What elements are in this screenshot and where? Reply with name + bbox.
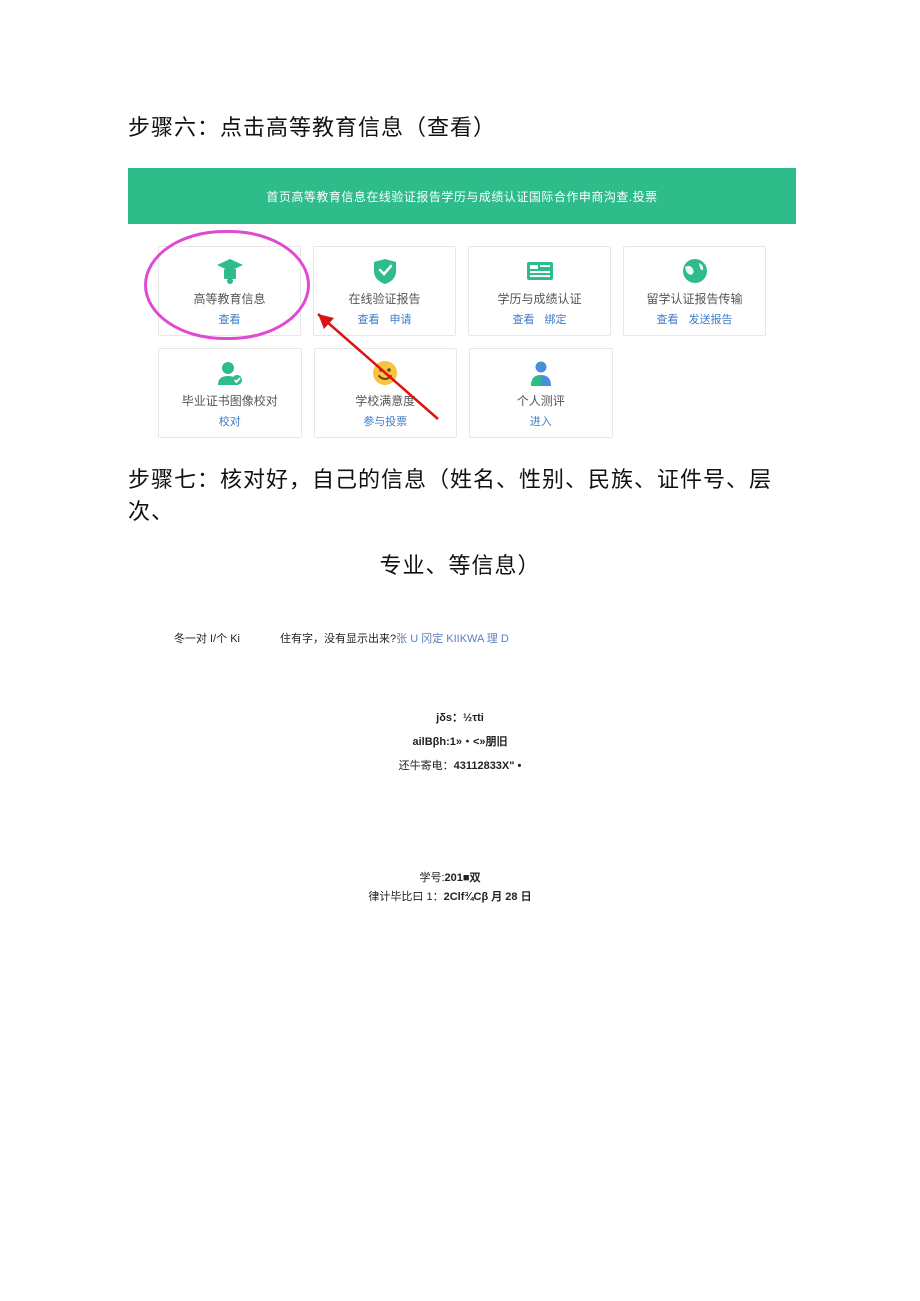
link-view[interactable]: 查看 <box>657 311 679 327</box>
card-title: 高等教育信息 <box>193 290 265 307</box>
smile-icon <box>371 358 399 388</box>
link-bind[interactable]: 绑定 <box>545 311 567 327</box>
card-title: 毕业证书图像校对 <box>182 392 278 409</box>
card-title: 学历与成绩认证 <box>497 290 581 307</box>
step7-heading-line1: 步骤七：核对好，自己的信息（姓名、性别、民族、证件号、层次、 <box>128 462 792 526</box>
step7-heading-line2: 专业、等信息） <box>128 548 792 580</box>
info-top-row: 冬一对 I/个 Ki 住有字，没有显示出来?张 U 冈定 KIIKWA 理 D <box>174 630 792 646</box>
card-online-verify[interactable]: 在线验证报告 查看 申请 <box>313 246 456 336</box>
info-line: ailBβh:1»・<»朋旧 <box>128 730 792 754</box>
info-line: 学号:201■双 <box>108 869 792 889</box>
screenshot-panel: 首页高等教育信息在线验证报告学历与成绩认证国际合作申商沟查.投票 <box>128 168 796 438</box>
info-prompt: 住有字，没有显示出来?张 U 冈定 KIIKWA 理 D <box>280 630 509 646</box>
card-title: 个人测评 <box>517 392 565 409</box>
person-icon <box>528 358 554 388</box>
link-vote[interactable]: 参与投票 <box>363 413 407 429</box>
link-check[interactable]: 校对 <box>219 413 241 429</box>
card-title: 学校满意度 <box>355 392 415 409</box>
card-grad-image[interactable]: 毕业证书图像校对 校对 <box>158 348 302 438</box>
grad-cap-icon <box>215 256 245 286</box>
link-send[interactable]: 发送报告 <box>689 311 733 327</box>
info-left-text: 冬一对 I/个 Ki <box>174 630 240 646</box>
card-row: 毕业证书图像校对 校对 学校满意度 <box>158 348 766 438</box>
info-line: jδs：½τti <box>128 706 792 730</box>
info-center-stack: jδs：½τti ailBβh:1»・<»朋旧 还牛寄电：43112833X" … <box>128 706 792 779</box>
link-view[interactable]: 查看 <box>513 311 535 327</box>
card-degree-cert[interactable]: 学历与成绩认证 查看 绑定 <box>468 246 611 336</box>
shield-check-icon <box>372 256 398 286</box>
info-lower-stack: 学号:201■双 律计毕比曰 1：2Clf¾Cβ 月 28 日 <box>108 869 792 909</box>
link-view[interactable]: 查看 <box>219 311 241 327</box>
card-row: 高等教育信息 查看 在线验证报告 查看 <box>158 246 766 336</box>
info-link-text[interactable]: 张 U 冈定 KIIKWA 理 D <box>396 633 509 645</box>
info-line: 还牛寄电：43112833X" • <box>128 754 792 778</box>
top-nav-bar: 首页高等教育信息在线验证报告学历与成绩认证国际合作申商沟查.投票 <box>128 168 796 224</box>
card-title: 在线验证报告 <box>348 290 420 307</box>
link-view[interactable]: 查看 <box>358 311 380 327</box>
info-details: 冬一对 I/个 Ki 住有字，没有显示出来?张 U 冈定 KIIKWA 理 D … <box>128 630 792 908</box>
user-check-icon <box>216 358 244 388</box>
card-study-abroad[interactable]: 留学认证报告传输 查看 发送报告 <box>623 246 766 336</box>
cards-grid: 高等教育信息 查看 在线验证报告 查看 <box>128 224 796 438</box>
card-title: 留学认证报告传输 <box>646 290 742 307</box>
info-line: 律计毕比曰 1：2Clf¾Cβ 月 28 日 <box>350 888 550 908</box>
card-personal-eval[interactable]: 个人测评 进入 <box>469 348 613 438</box>
card-higher-edu-info[interactable]: 高等教育信息 查看 <box>158 246 301 336</box>
newspaper-icon <box>525 256 555 286</box>
link-enter[interactable]: 进入 <box>530 413 552 429</box>
globe-icon <box>681 256 709 286</box>
nav-text: 首页高等教育信息在线验证报告学历与成绩认证国际合作申商沟查.投票 <box>266 188 657 205</box>
card-satisfaction[interactable]: 学校满意度 参与投票 <box>314 348 458 438</box>
step6-heading: 步骤六：点击高等教育信息（查看） <box>128 110 792 142</box>
link-apply[interactable]: 申请 <box>390 311 412 327</box>
